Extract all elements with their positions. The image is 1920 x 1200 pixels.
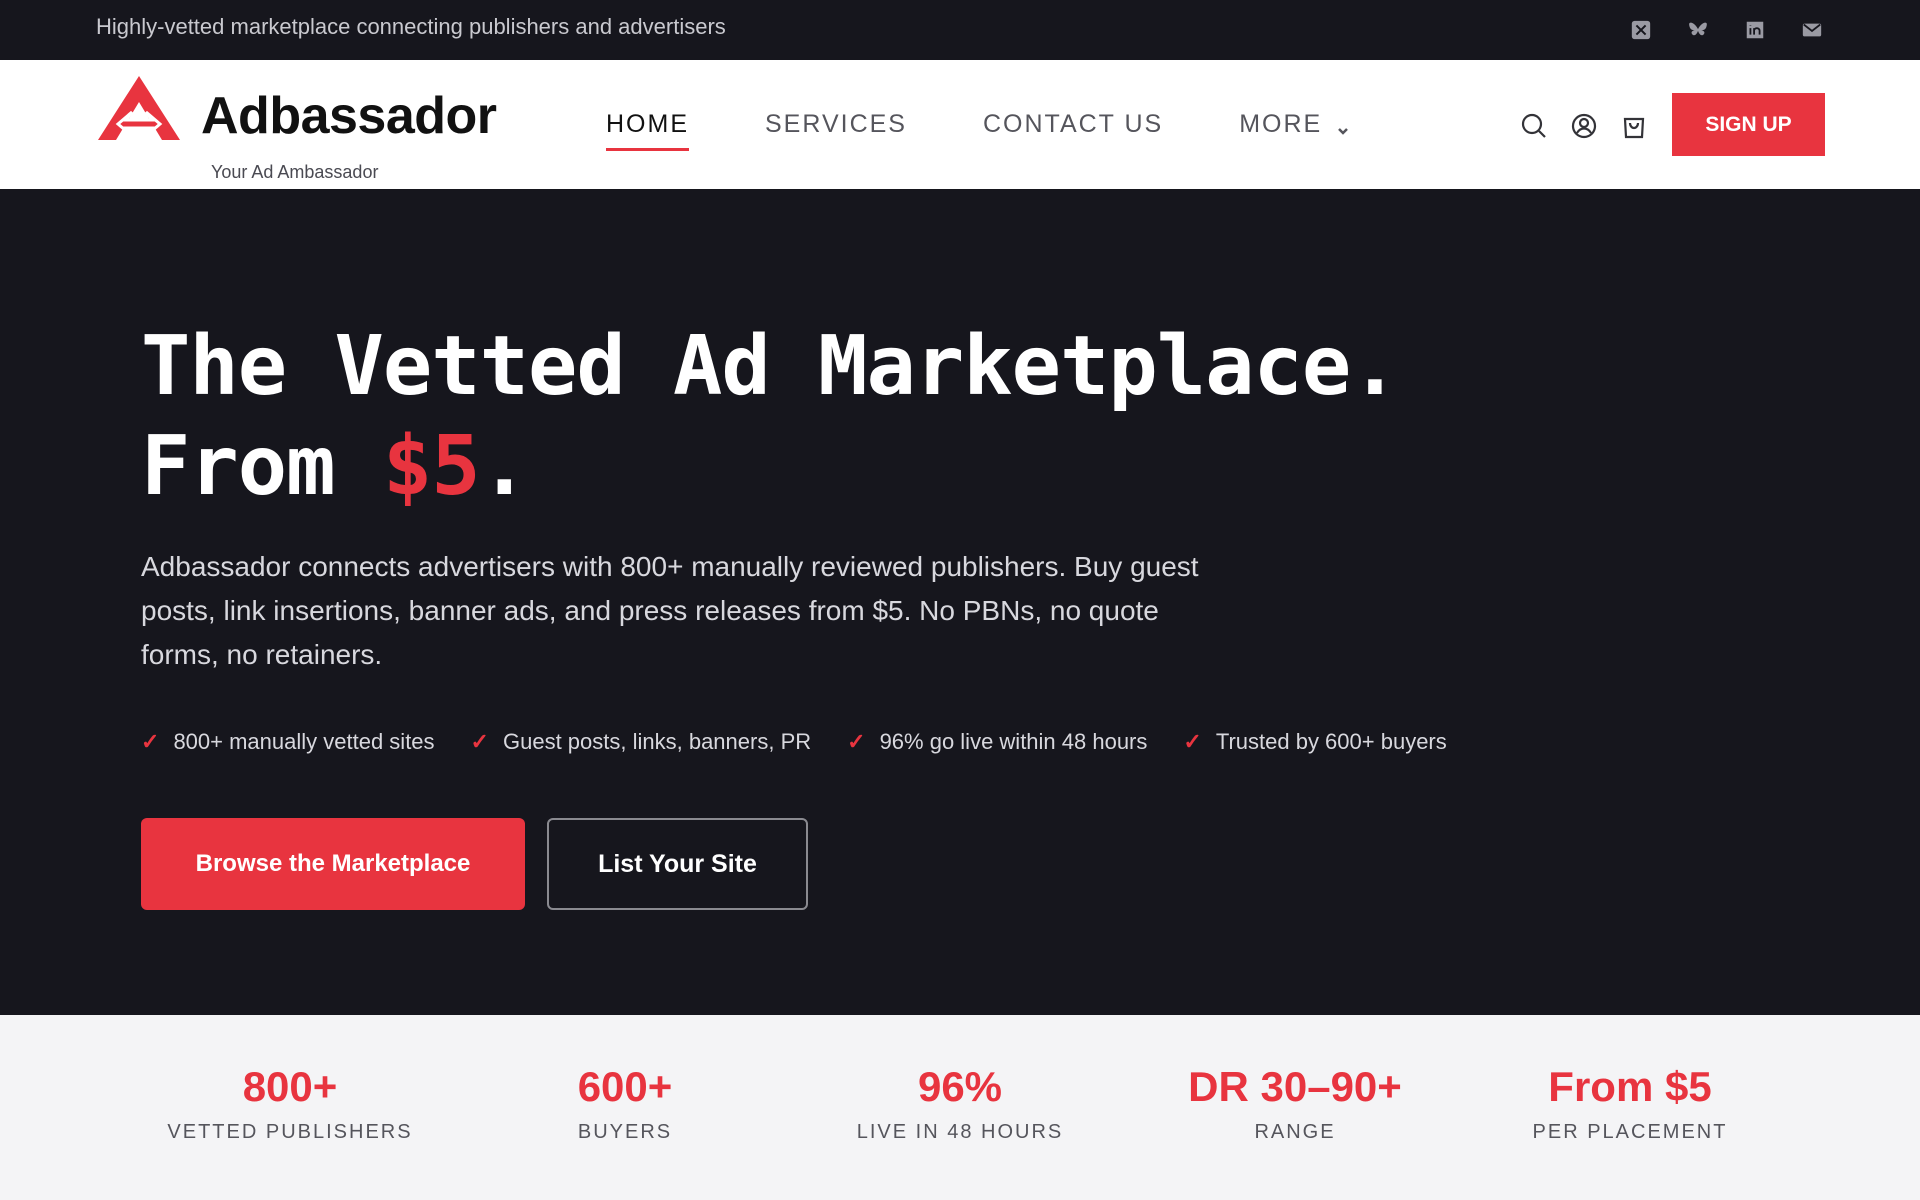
brand-logo[interactable]: Adbassador Your Ad Ambassador: [96, 72, 516, 182]
header-tools: [1520, 112, 1648, 140]
stat-value: DR 30–90+: [1188, 1063, 1402, 1110]
stat-label: VETTED PUBLISHERS: [167, 1121, 413, 1143]
list-your-site-button[interactable]: List Your Site: [547, 818, 808, 910]
checklist-item-label: Guest posts, links, banners, PR: [502, 729, 812, 754]
hero-title-price: $5: [382, 419, 481, 514]
top-bar: Highly-vetted marketplace connecting pub…: [0, 0, 1920, 60]
stat-value: 96%: [917, 1063, 1003, 1110]
browse-marketplace-button[interactable]: Browse the Marketplace: [141, 818, 525, 910]
check-icon: ✓: [141, 729, 160, 754]
stat-item: 96% LIVE IN 48 HOURS: [810, 1063, 1110, 1144]
top-bar-tagline: Highly-vetted marketplace connecting pub…: [96, 14, 726, 39]
hero-title-suffix: .: [479, 419, 529, 514]
checklist-item: ✓ Trusted by 600+ buyers: [1183, 729, 1446, 755]
bluesky-icon[interactable]: [1686, 18, 1710, 42]
stat-label: LIVE IN 48 HOURS: [856, 1121, 1064, 1143]
x-icon[interactable]: [1629, 18, 1653, 42]
hero-title-prefix: From: [141, 419, 383, 514]
nav-item-contact-us[interactable]: CONTACT US: [983, 110, 1163, 146]
nav-item-more[interactable]: MORE: [1239, 110, 1350, 146]
hero-checklist: ✓ 800+ manually vetted sites ✓ Guest pos…: [141, 729, 1483, 755]
stat-label: RANGE: [1254, 1121, 1336, 1143]
nav-item-home[interactable]: HOME: [606, 110, 689, 151]
stat-value: 600+: [577, 1063, 673, 1110]
account-icon[interactable]: [1570, 112, 1598, 140]
stat-value: From $5: [1548, 1063, 1712, 1110]
hero-section: The Vetted Ad Marketplace. From $5. Adba…: [0, 189, 1920, 1015]
check-icon: ✓: [847, 729, 866, 754]
cart-icon[interactable]: [1620, 112, 1648, 140]
checklist-item-label: Trusted by 600+ buyers: [1215, 729, 1447, 754]
mail-icon[interactable]: [1800, 18, 1824, 42]
checklist-item: ✓ Guest posts, links, banners, PR: [471, 729, 812, 755]
nav-item-services[interactable]: SERVICES: [765, 110, 907, 146]
check-icon: ✓: [470, 729, 489, 754]
check-icon: ✓: [1183, 729, 1202, 754]
stat-value: 800+: [242, 1063, 338, 1110]
checklist-item: ✓ 96% go live within 48 hours: [847, 729, 1147, 755]
linkedin-icon[interactable]: [1743, 18, 1767, 42]
chevron-down-icon: [1336, 116, 1350, 135]
stat-item: 600+ BUYERS: [475, 1063, 775, 1144]
nav-item-more-label: MORE: [1239, 110, 1323, 138]
hero-title: The Vetted Ad Marketplace. From $5.: [141, 317, 1400, 517]
stat-label: BUYERS: [577, 1121, 673, 1143]
sign-up-button[interactable]: SIGN UP: [1672, 93, 1825, 156]
stat-label: PER PLACEMENT: [1532, 1121, 1728, 1143]
checklist-item-label: 800+ manually vetted sites: [173, 729, 435, 754]
search-icon[interactable]: [1520, 112, 1548, 140]
brand-name: Adbassador: [201, 87, 497, 145]
hero-title-line1: The Vetted Ad Marketplace.: [141, 319, 1400, 414]
stat-item: DR 30–90+ RANGE: [1145, 1063, 1445, 1144]
site-header: Adbassador Your Ad Ambassador HOME SERVI…: [0, 60, 1920, 189]
brand-logo-icon: [98, 76, 180, 140]
stat-item: From $5 PER PLACEMENT: [1480, 1063, 1780, 1144]
checklist-item: ✓ 800+ manually vetted sites: [141, 729, 435, 755]
brand-slogan: Your Ad Ambassador: [211, 162, 379, 182]
stats-bar: 800+ VETTED PUBLISHERS 600+ BUYERS 96% L…: [0, 1015, 1920, 1200]
main-nav: HOME SERVICES CONTACT US MORE: [606, 110, 1426, 151]
stat-item: 800+ VETTED PUBLISHERS: [140, 1063, 440, 1144]
hero-lead: Adbassador connects advertisers with 800…: [141, 551, 1199, 670]
checklist-item-label: 96% go live within 48 hours: [879, 729, 1148, 754]
social-links: [1629, 18, 1824, 42]
